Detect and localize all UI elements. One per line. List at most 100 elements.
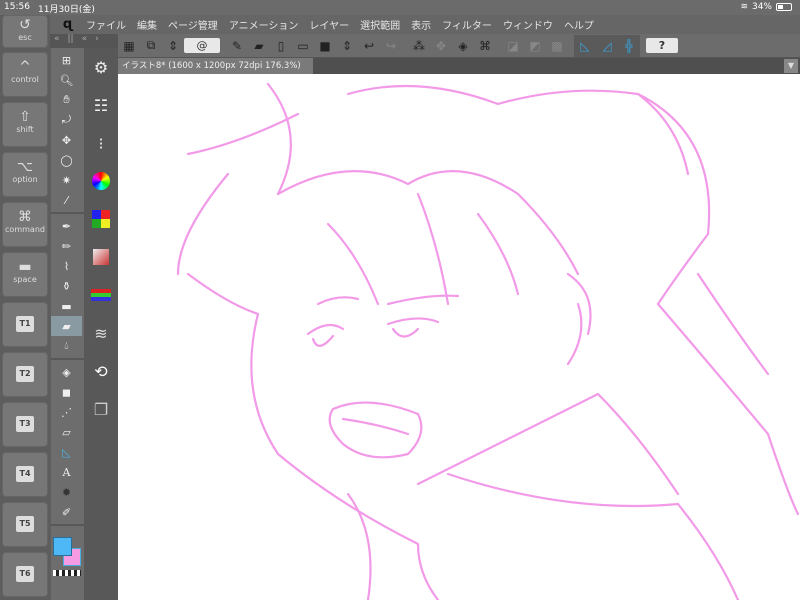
t5-key[interactable]: T5 (2, 502, 48, 547)
menu-layer[interactable]: レイヤー (309, 17, 349, 32)
key-label: esc (18, 33, 32, 42)
move-icon[interactable]: ✥ (51, 130, 82, 150)
correct-line-tool-icon[interactable]: ✐ (51, 502, 82, 522)
material-icon[interactable]: ❐ (84, 390, 118, 428)
date: 11月30日(金) (38, 5, 95, 15)
transform-icon[interactable]: ✥ (430, 35, 452, 57)
esc-key[interactable]: ↺ esc (2, 15, 48, 48)
collapse-left-button[interactable]: « (54, 34, 60, 48)
text-tool-icon[interactable]: A (51, 462, 82, 482)
spiral-app-icon[interactable]: @ (184, 38, 220, 53)
clear-icon[interactable]: ◪ (502, 35, 524, 57)
loading-icon[interactable]: ⁂ (408, 35, 430, 57)
tone-icon[interactable]: ▩ (546, 35, 568, 57)
t6-key[interactable]: T6 (2, 552, 48, 597)
menu-view[interactable]: 表示 (411, 17, 431, 32)
pen-tool-icon[interactable]: ✒︎ (51, 216, 82, 236)
frame-tool-icon[interactable]: ▱ (51, 422, 82, 442)
key-label: T6 (16, 566, 34, 582)
color-wheel-icon[interactable] (84, 162, 118, 200)
menu-edit[interactable]: 編集 (137, 17, 157, 32)
redo-icon[interactable]: ↪ (380, 35, 402, 57)
gradient-tool-icon[interactable]: ◼︎ (51, 382, 82, 402)
fill-bucket-icon[interactable]: ◈ (452, 35, 474, 57)
app-logo[interactable]: ɋ (50, 17, 86, 32)
lasso-icon[interactable]: ◯ (51, 150, 82, 170)
ruler-tool-icon[interactable]: ◺ (51, 442, 82, 462)
menu-selection[interactable]: 選択範囲 (360, 17, 400, 32)
hand-icon[interactable]: ✋︎ (51, 90, 82, 110)
menu-animation[interactable]: アニメーション (229, 17, 299, 32)
key-label: T4 (16, 466, 34, 482)
battery-icon (776, 3, 792, 11)
expand-button[interactable]: › (95, 34, 99, 48)
grid-icon[interactable]: ▦ (118, 35, 140, 57)
special-ruler-snap-icon[interactable]: ◿ (596, 34, 618, 57)
fill-icon[interactable]: ◩ (524, 35, 546, 57)
navigator-icon[interactable]: ⟲ (84, 352, 118, 390)
control-key[interactable]: ^ control (2, 52, 48, 97)
key-label: shift (16, 125, 34, 134)
option-icon: ⌥ (16, 159, 34, 175)
intermediate-color-icon[interactable] (84, 238, 118, 276)
tool-property-icon[interactable]: ⚙︎ (84, 48, 118, 86)
up-down-icon[interactable]: ⇕ (162, 35, 184, 57)
switch-icon[interactable]: ⧉ (140, 35, 162, 57)
new-file-icon[interactable]: ▯ (270, 35, 292, 57)
fill-tool-icon[interactable]: ◈ (51, 362, 82, 382)
up-down-icon-2[interactable]: ⇕ (336, 35, 358, 57)
free-transform-icon[interactable]: ⌘ (474, 35, 496, 57)
shift-key[interactable]: ⇧ shift (2, 102, 48, 147)
space-bar-icon: ▬ (18, 259, 32, 275)
menu-window[interactable]: ウィンドウ (503, 17, 553, 32)
command-key[interactable]: ⌘ command (2, 202, 48, 247)
document-tab[interactable]: イラスト8* (1600 x 1200px 72dpi 176.3%) (118, 58, 313, 74)
balloon-tool-icon[interactable]: ✹ (51, 482, 82, 502)
open-folder-icon[interactable]: ▭ (292, 35, 314, 57)
eraser-icon[interactable]: ▰ (248, 35, 270, 57)
t2-key[interactable]: T2 (2, 352, 48, 397)
help-button[interactable]: ? (646, 38, 678, 53)
brush-tool-icon[interactable]: ⌇ (51, 256, 82, 276)
figure-tool-icon[interactable]: ⋰ (51, 402, 82, 422)
collapse-left-button-2[interactable]: « (82, 34, 88, 48)
rotate-icon[interactable]: ⤾ (51, 110, 82, 130)
undo-icon[interactable]: ↩ (358, 35, 380, 57)
t1-key[interactable]: T1 (2, 302, 48, 347)
pen-icon[interactable]: ✎ (226, 35, 248, 57)
layer-tab-icon[interactable]: ⊞ (51, 50, 82, 70)
menu-file[interactable]: ファイル (86, 17, 126, 32)
color-history-icon[interactable] (84, 276, 118, 314)
grid-snap-icon[interactable]: ╬ (618, 34, 640, 57)
blend-tool-icon[interactable]: 💧︎ (51, 336, 82, 356)
menu-help[interactable]: ヘルプ (564, 17, 594, 32)
eraser-tool-icon[interactable]: ▰ (51, 316, 82, 336)
decoration-tool-icon[interactable]: ▬ (51, 296, 82, 316)
tool-palette: ⊞ 🔍︎ ✋︎ ⤾ ✥ ◯ ✷ ⁄ ✒︎ ✏︎ ⌇ ⚱︎ ▬ ▰ 💧︎ ◈ ◼︎… (51, 48, 84, 600)
main-color-swatch[interactable] (53, 537, 72, 556)
t4-key[interactable]: T4 (2, 452, 48, 497)
transparent-color-swatch[interactable] (53, 570, 81, 576)
key-label: T1 (16, 316, 34, 332)
color-set-icon[interactable] (84, 200, 118, 238)
save-icon[interactable]: ■ (314, 35, 336, 57)
t3-key[interactable]: T3 (2, 402, 48, 447)
pencil-tool-icon[interactable]: ✏︎ (51, 236, 82, 256)
drawing-canvas[interactable] (118, 74, 800, 600)
chevron-down-icon[interactable]: ▼ (784, 59, 798, 73)
modifier-keys-panel: ↺ esc ^ control ⇧ shift ⌥ option ⌘ command ▬ s… (0, 14, 50, 600)
sub-tool-icon[interactable]: ☷ (84, 86, 118, 124)
magic-wand-icon[interactable]: ✷ (51, 170, 82, 190)
menu-page[interactable]: ページ管理 (168, 17, 218, 32)
ruler-snap-icon[interactable]: ◺ (574, 34, 596, 57)
panel-divider[interactable]: || (68, 34, 74, 48)
layers-icon[interactable]: ≋ (84, 314, 118, 352)
airbrush-tool-icon[interactable]: ⚱︎ (51, 276, 82, 296)
space-key[interactable]: ▬ space (2, 252, 48, 297)
eyedropper-icon[interactable]: ⁄ (51, 190, 82, 210)
zoom-icon[interactable]: 🔍︎ (51, 70, 82, 90)
option-key[interactable]: ⌥ option (2, 152, 48, 197)
menu-filter[interactable]: フィルター (442, 17, 492, 32)
key-label: T3 (16, 416, 34, 432)
sub-tool-detail-icon[interactable]: ⁝ (84, 124, 118, 162)
